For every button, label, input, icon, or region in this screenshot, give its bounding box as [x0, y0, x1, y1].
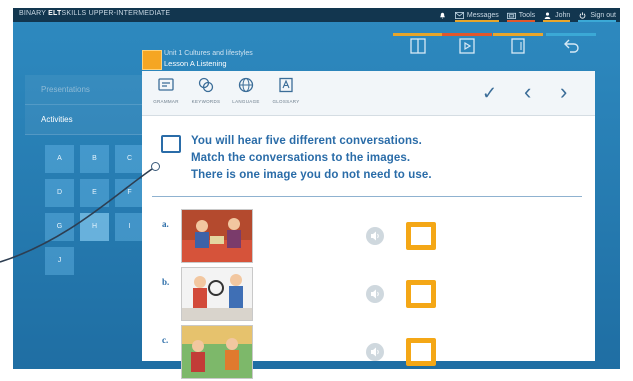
callout-dot — [151, 162, 160, 171]
callout-pointer — [0, 166, 156, 263]
